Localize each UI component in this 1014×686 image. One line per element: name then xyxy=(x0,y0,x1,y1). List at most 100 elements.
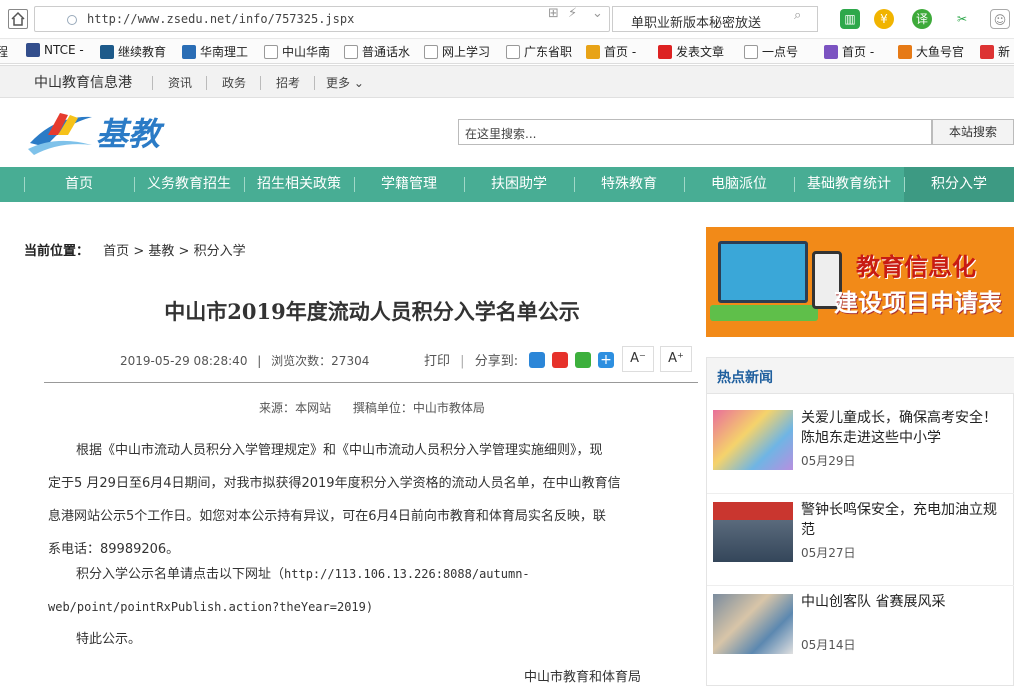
translate-icon[interactable]: 译 xyxy=(912,9,932,29)
nav-item[interactable]: 首页 xyxy=(24,167,134,202)
hot-news-header: 热点新闻 xyxy=(707,358,1014,394)
bookmark-item[interactable]: 普通话水 xyxy=(344,43,410,60)
face-icon[interactable]: ☺ xyxy=(990,9,1010,29)
bookmark-label: 程 xyxy=(0,43,8,60)
nav-item[interactable]: 扶困助学 xyxy=(464,167,574,202)
bookmark-item[interactable]: 发表文章 xyxy=(658,43,724,60)
address-toolbar: http://www.zsedu.net/info/757325.jspx ⊞ … xyxy=(0,0,1014,38)
divider xyxy=(152,76,153,90)
paragraph-line: 定于5 月29日至6月4日期间，对我市拟获得2019年度积分入学资格的流动人员名… xyxy=(48,476,621,491)
topnav-link-news[interactable]: 资讯 xyxy=(168,74,192,91)
site-brand[interactable]: 中山教育信息港 xyxy=(34,72,132,92)
more-share-icon[interactable]: + xyxy=(598,352,614,368)
site-logo[interactable]: 基教 xyxy=(26,105,166,161)
bookmark-item[interactable]: 大鱼号官 xyxy=(898,43,964,60)
grid-icon[interactable]: ⊞ xyxy=(548,6,559,21)
home-icon[interactable] xyxy=(8,9,28,29)
site-search-button[interactable]: 本站搜索 xyxy=(932,119,1014,145)
font-smaller-button[interactable]: A⁻ xyxy=(622,346,654,372)
news-title[interactable]: 中山创客队 省赛展风采 xyxy=(801,592,1005,612)
bookmark-icon xyxy=(182,44,196,59)
bookmark-icon xyxy=(898,44,912,59)
address-bar[interactable]: http://www.zsedu.net/info/757325.jspx xyxy=(34,6,610,32)
nav-divider xyxy=(244,177,245,192)
breadcrumb-current[interactable]: 积分入学 xyxy=(194,244,246,259)
news-item[interactable]: 关爱儿童成长，确保高考安全！陈旭东走进这些中小学 05月29日 xyxy=(707,402,1014,494)
weibo-share-icon[interactable] xyxy=(552,352,568,368)
bookmark-item[interactable]: 中山华南 xyxy=(264,43,330,60)
chevron-down-icon: ⌄ xyxy=(353,76,364,90)
url-text: http://www.zsedu.net/info/757325.jspx xyxy=(87,12,355,26)
bookmark-item[interactable]: 首页 - xyxy=(586,43,636,60)
bookmark-label: 华南理工 xyxy=(200,45,249,59)
wechat-share-icon[interactable] xyxy=(575,352,591,368)
browser-search-input[interactable]: 单职业新版本秘密放送 xyxy=(612,6,818,32)
article-source: 来源：本网站 撰稿单位：中山市教体局 xyxy=(46,399,698,416)
bookmark-item[interactable]: 程 xyxy=(0,43,8,60)
bookmark-item[interactable]: 继续教育 xyxy=(100,43,166,60)
breadcrumb-home[interactable]: 首页 xyxy=(103,244,129,259)
breadcrumb-jijiao[interactable]: 基教 xyxy=(148,244,174,259)
nav-item[interactable]: 招生相关政策 xyxy=(244,167,354,202)
bookmark-label: 网上学习 xyxy=(442,45,491,59)
breadcrumb-sep: > xyxy=(178,244,190,259)
nav-divider xyxy=(464,177,465,192)
lightning-icon[interactable]: ⚡ xyxy=(568,6,577,21)
news-title[interactable]: 关爱儿童成长，确保高考安全！陈旭东走进这些中小学 xyxy=(801,408,1005,448)
site-icon xyxy=(67,15,77,25)
news-thumbnail[interactable] xyxy=(713,502,793,562)
bookmark-label: NTCE - xyxy=(44,43,84,57)
bookmark-item[interactable]: 一点号 xyxy=(744,43,798,60)
nav-divider xyxy=(574,177,575,192)
news-thumbnail[interactable] xyxy=(713,410,793,470)
bookmark-item[interactable]: NTCE - xyxy=(26,43,84,57)
print-link[interactable]: 打印 xyxy=(424,354,450,369)
nav-divider xyxy=(24,177,25,192)
bookmark-label: 广东省职 xyxy=(524,45,573,59)
nav-item[interactable]: 积分入学 xyxy=(904,167,1014,202)
divider xyxy=(260,76,261,90)
news-date: 05月14日 xyxy=(801,638,856,652)
bookmark-item[interactable]: 网上学习 xyxy=(424,43,490,60)
news-item[interactable]: 中山创客队 省赛展风采 05月14日 xyxy=(707,586,1014,678)
bookmark-item[interactable]: 首页 - xyxy=(824,43,874,60)
divider: | xyxy=(460,354,465,369)
search-icon[interactable]: ⌕ xyxy=(794,8,801,23)
bookmark-icon xyxy=(100,44,114,59)
share-label: 分享到: xyxy=(474,354,519,369)
ranking-url-link-cont[interactable]: web/point/pointRxPublish.action?theYear=… xyxy=(48,591,654,624)
news-item[interactable]: 警钟长鸣保安全，充电加油立规范 05月27日 xyxy=(707,494,1014,586)
font-larger-button[interactable]: A⁺ xyxy=(660,346,692,372)
news-title[interactable]: 警钟长鸣保安全，充电加油立规范 xyxy=(801,500,1005,540)
promo-banner[interactable]: 教育信息化 建设项目申请表 xyxy=(706,227,1014,337)
scissors-icon[interactable]: ✂ xyxy=(952,9,972,29)
divider xyxy=(44,382,698,383)
nav-item[interactable]: 学籍管理 xyxy=(354,167,464,202)
article-paragraph: 根据《中山市流动人员积分入学管理规定》和《中山市流动人员积分入学管理实施细则》，… xyxy=(48,434,654,566)
nav-item[interactable]: 电脑派位 xyxy=(684,167,794,202)
topnav-link-more[interactable]: 更多 ⌄ xyxy=(326,74,364,91)
chevron-down-icon[interactable]: ⌄ xyxy=(592,6,603,21)
bookmark-label: 普通话水 xyxy=(362,45,411,59)
bookmark-label: 首页 - xyxy=(842,45,875,59)
bookmark-item[interactable]: 广东省职 xyxy=(506,43,572,60)
monitor-graphic xyxy=(718,241,808,303)
bookmark-item[interactable]: 新 xyxy=(980,43,1010,60)
bookmark-item[interactable]: 华南理工 xyxy=(182,43,248,60)
topnav-link-exams[interactable]: 招考 xyxy=(276,74,300,91)
site-search-input[interactable]: 在这里搜索... xyxy=(458,119,932,145)
nav-item[interactable]: 基础教育统计 xyxy=(794,167,904,202)
nav-divider xyxy=(904,177,905,192)
keyboard-graphic xyxy=(710,305,818,321)
main-nav: 首页 义务教育招生 招生相关政策 学籍管理 扶困助学 特殊教育 电脑派位 基础教育统计 积分入学 xyxy=(0,167,1014,202)
reader-icon[interactable]: ▥ xyxy=(840,9,860,29)
nav-item[interactable]: 特殊教育 xyxy=(574,167,684,202)
money-icon[interactable]: ¥ xyxy=(874,9,894,29)
topnav-link-government[interactable]: 政务 xyxy=(222,74,246,91)
bookmark-icon xyxy=(506,44,520,59)
news-thumbnail[interactable] xyxy=(713,594,793,654)
nav-item[interactable]: 义务教育招生 xyxy=(134,167,244,202)
ranking-url-link[interactable]: http://113.106.13.226:8088/autumn- xyxy=(284,567,530,581)
nav-divider xyxy=(354,177,355,192)
qzone-share-icon[interactable] xyxy=(529,352,545,368)
